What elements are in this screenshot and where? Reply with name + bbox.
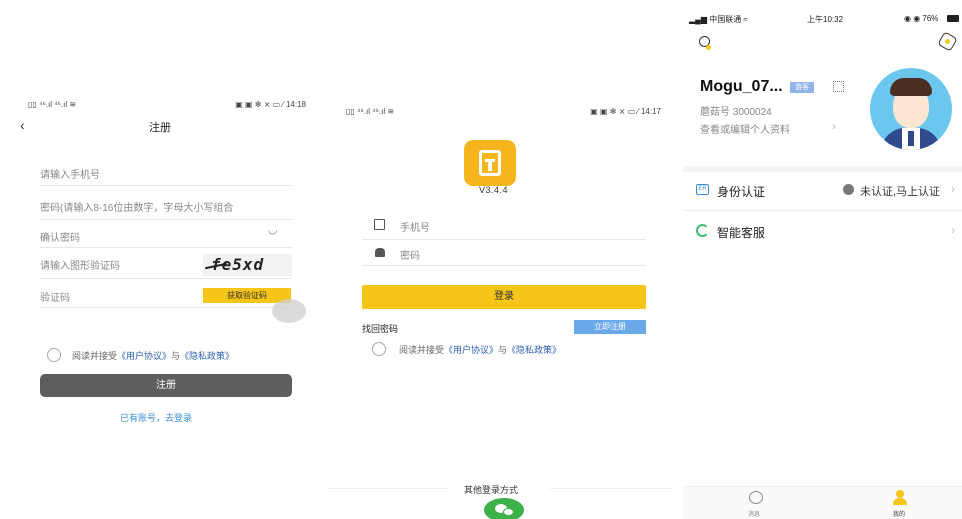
username[interactable]: Mogu_07... [700,78,783,96]
agreement-text: 阅读并接受《用户协议》与《隐私政策》 [72,351,235,361]
service-label: 智能客服 [717,226,766,240]
status-bar-right: ▣ ▣ ✻ ⨯ ▭ ⁄ 14:17 [590,107,661,116]
avatar-hair [890,78,932,96]
tab-mine[interactable]: 我的 [883,487,919,519]
version-label: V3.4.4 [479,185,509,195]
divider [362,239,646,240]
profile-screen: ▂▄▆ 中国联通 ≈ 上午10:32 ◉ ◉ 76% Mogu_07... 游客… [683,8,962,519]
captcha-image[interactable]: fe5xd [203,254,292,276]
verify-label: 身份认证 [717,185,766,199]
terms-link[interactable]: 《用户协议》 [444,345,498,355]
password-input[interactable]: 密码(请输入8-16位由数字，字母大小写组合 [40,199,294,214]
logo-stroke [488,159,492,171]
user-body-icon [893,498,907,505]
guest-badge: 游客 [790,82,814,93]
headset-icon [696,224,709,237]
divider [550,488,673,489]
qr-code-icon[interactable] [833,81,844,92]
avatar-tie [908,131,914,146]
avatar[interactable] [870,68,952,150]
agree-radio[interactable] [372,342,386,356]
agree-radio[interactable] [47,348,61,362]
user-head-icon [896,490,904,498]
signal-icon: ▂▄▆ [689,15,710,24]
register-button[interactable]: 注册 [40,374,292,397]
status-battery: ◉ ◉ 76% [904,14,959,23]
terms-link[interactable]: 《用户协议》 [117,351,171,361]
settings-dot [945,39,950,44]
tab-messages[interactable]: 消息 [738,487,774,519]
user-id: 蘑菇号 3000024 [700,107,772,118]
divider [40,219,292,220]
tab-bar: 消息 我的 [683,486,962,519]
wechat-bubble [503,508,514,516]
status-bar-right: ▣ ▣ ✻ ⨯ ▭ ⁄ 14:18 [235,100,306,109]
other-login-label: 其他登录方式 [464,485,519,495]
lock-icon [375,248,385,257]
divider [40,247,292,248]
login-screen: ▯▯ ⁴⁶.ıl ⁴⁶.ıl ≋ ▣ ▣ ✻ ⨯ ▭ ⁄ 14:17 V3.4.… [328,95,673,519]
eye-closed-icon[interactable]: ◡ [268,223,278,236]
tab-messages-label: 消息 [748,512,761,518]
assistive-touch-icon[interactable] [272,299,306,323]
edit-profile-link[interactable]: 查看或编辑个人资料 [700,121,790,136]
wechat-login-icon[interactable] [484,498,524,519]
chevron-right-icon: › [832,119,836,133]
status-time: 上午10:32 [807,15,844,24]
login-button[interactable]: 登录 [362,285,646,309]
sms-code-input[interactable]: 验证码 [40,289,70,304]
section-divider [683,166,962,172]
divider [362,265,646,266]
privacy-link[interactable]: 《隐私政策》 [507,345,561,355]
battery-icon [947,15,959,22]
divider [40,185,292,186]
agreement-text: 阅读并接受《用户协议》与《隐私政策》 [399,345,562,355]
divider [40,307,292,308]
go-login-link[interactable]: 已有账号，去登录 [120,411,192,424]
chevron-right-icon: › [951,223,955,237]
status-carrier: ▂▄▆ 中国联通 ≈ [689,15,748,24]
confirm-password-input[interactable]: 确认密码 [40,229,80,244]
password-input[interactable]: 密码 [400,247,420,262]
message-bubble-icon [749,491,763,504]
divider [683,210,962,211]
back-arrow-icon[interactable]: ‹ [20,117,25,133]
status-bar-left: ▯▯ ⁴⁶.ıl ⁴⁶.ıl ≋ [346,107,395,116]
wifi-icon: ≈ [741,15,748,24]
identity-verification-row[interactable]: ER 身份认证 未认证,马上认证 › [683,174,962,206]
chevron-right-icon: › [951,182,955,196]
captcha-input[interactable]: 请输入图形验证码 [40,257,120,272]
forgot-password-link[interactable]: 找回密码 [362,322,398,335]
tab-mine-label: 我的 [893,512,906,518]
customer-service-row[interactable]: 智能客服 › [683,215,962,247]
id-card-icon: ER [696,184,709,195]
divider [40,278,292,279]
page-title: 注册 [149,122,171,134]
phone-icon [374,219,385,230]
person-search-dot [706,45,711,50]
divider [328,488,448,489]
verify-status: 未认证,马上认证 [860,186,941,198]
phone-input[interactable]: 手机号 [400,219,430,234]
verified-shield-icon [843,184,854,195]
register-screen: ▯▯ ⁴⁶.ıl ⁴⁶.ıl ≋ ▣ ▣ ✻ ⨯ ▭ ⁄ 14:18 ‹ 注册 … [10,95,310,519]
privacy-link[interactable]: 《隐私政策》 [180,351,234,361]
app-logo [464,140,516,186]
status-bar-left: ▯▯ ⁴⁶.ıl ⁴⁶.ıl ≋ [28,100,77,109]
register-now-button[interactable]: 立即注册 [574,320,646,334]
phone-input[interactable]: 请输入手机号 [40,166,100,181]
alarm-icon: ◉ ◉ [904,14,923,23]
